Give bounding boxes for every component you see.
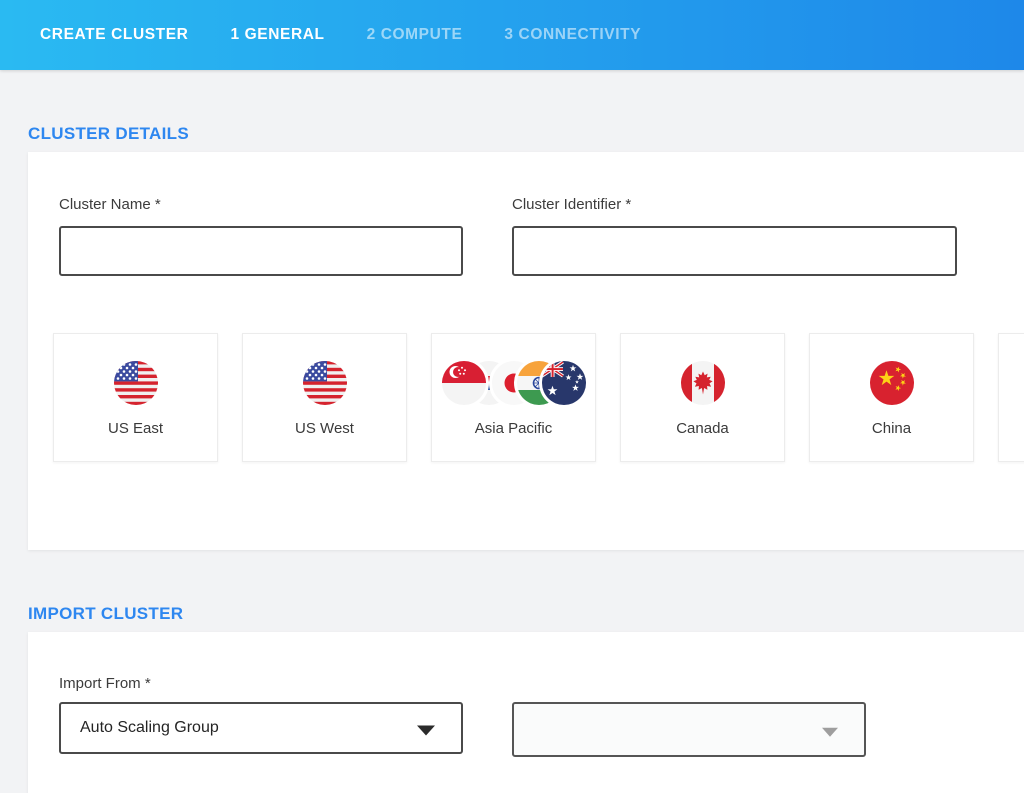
import-cluster-heading: IMPORT CLUSTER	[28, 604, 183, 624]
import-from-label: Import From *	[59, 675, 151, 692]
region-label: US West	[243, 420, 406, 437]
asia-pacific-flags-icon	[442, 361, 586, 405]
cluster-details-panel: Cluster Name * Cluster Identifier *	[28, 152, 1024, 550]
region-label: Canada	[621, 420, 784, 437]
import-from-value: Auto Scaling Group	[61, 719, 219, 737]
canada-flag-icon	[681, 361, 725, 405]
tab-general[interactable]: 1 GENERAL	[230, 26, 324, 44]
cluster-name-input[interactable]	[59, 226, 463, 276]
region-card-asia-pacific[interactable]: Asia Pacific	[431, 333, 596, 462]
region-card-us-east[interactable]: US East	[53, 333, 218, 462]
china-flag-icon	[870, 361, 914, 405]
chevron-down-icon	[417, 726, 435, 736]
region-label: Asia Pacific	[432, 420, 595, 437]
wizard-header: CREATE CLUSTER 1 GENERAL 2 COMPUTE 3 CON…	[0, 0, 1024, 70]
page-title: CREATE CLUSTER	[40, 26, 188, 44]
us-flag-icon	[114, 361, 158, 405]
chevron-down-icon	[822, 727, 838, 736]
australia-flag-icon	[542, 361, 586, 405]
cluster-details-heading: CLUSTER DETAILS	[28, 124, 189, 144]
region-card-china[interactable]: China	[809, 333, 974, 462]
region-label: China	[810, 420, 973, 437]
region-card-us-west[interactable]: US West	[242, 333, 407, 462]
region-label: US East	[54, 420, 217, 437]
us-flag-icon	[303, 361, 347, 405]
import-from-dropdown[interactable]: Auto Scaling Group	[59, 702, 463, 754]
tab-compute[interactable]: 2 COMPUTE	[367, 26, 463, 44]
region-card-partial[interactable]	[998, 333, 1024, 462]
region-selector: US East	[53, 333, 1024, 462]
tab-connectivity[interactable]: 3 CONNECTIVITY	[504, 26, 641, 44]
cluster-identifier-input[interactable]	[512, 226, 957, 276]
import-cluster-panel: Import From * Auto Scaling Group	[28, 632, 1024, 793]
region-card-canada[interactable]: Canada	[620, 333, 785, 462]
cluster-identifier-label: Cluster Identifier *	[512, 196, 631, 213]
secondary-dropdown[interactable]	[512, 702, 866, 757]
singapore-flag-icon	[442, 361, 486, 405]
cluster-name-label: Cluster Name *	[59, 196, 161, 213]
